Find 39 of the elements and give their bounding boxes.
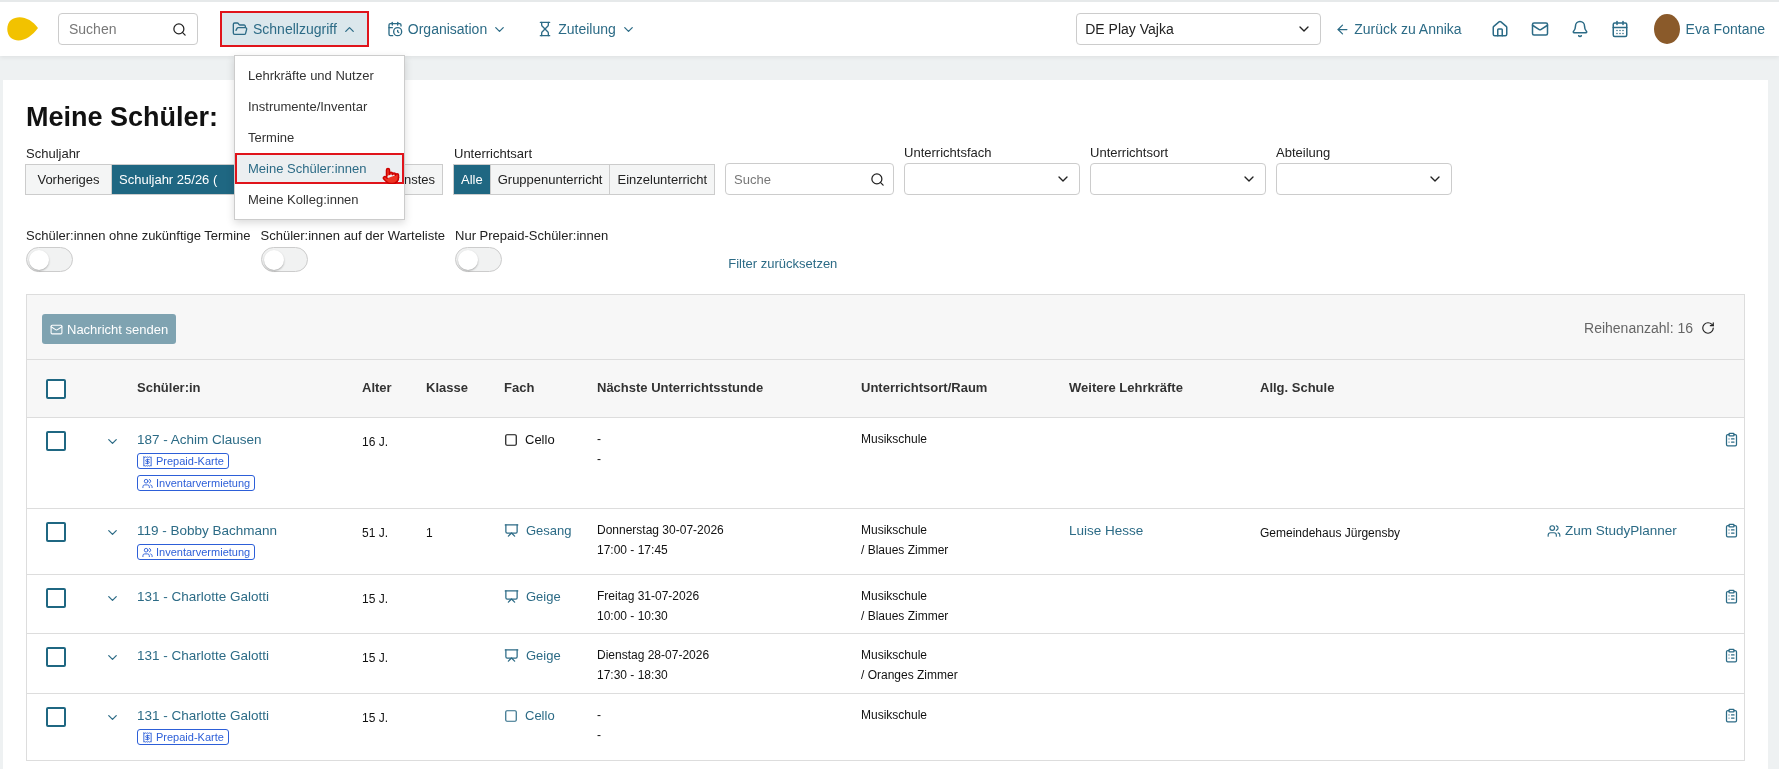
- toggle-label: Schüler:innen ohne zukünftige Termine: [26, 228, 251, 243]
- table-cell-text: -: [597, 432, 602, 446]
- table-cell: Gemeindehaus Jürgensby: [1260, 526, 1401, 540]
- table-cell-text: Musikschule: [861, 648, 929, 662]
- table-cell-text: / Oranges Zimmer: [861, 668, 959, 682]
- table-cell-text: Musikschule: [861, 523, 929, 537]
- filter-label: Unterrichtsort: [1090, 145, 1170, 160]
- page-title: Meine Schüler:: [26, 102, 219, 133]
- toggle-label: Schüler:innen auf der Warteliste: [260, 228, 446, 243]
- tag: Prepaid-Karte: [137, 453, 229, 469]
- table-cell-text: Musikschule: [861, 708, 929, 722]
- tag: Prepaid-Karte: [137, 729, 229, 745]
- table-cell-text: Dienstag 28-07-2026: [597, 648, 711, 662]
- table-cell-text: Donnerstag 30-07-2026: [597, 523, 725, 537]
- tag: Inventarvermietung: [137, 544, 256, 560]
- table-cell-text: / Blaues Zimmer: [861, 609, 950, 623]
- table-cell: 15 J.: [362, 592, 388, 606]
- table-cell: 15 J.: [362, 651, 388, 665]
- table-cell-text: 10:00 - 10:30: [597, 609, 669, 623]
- table-cell-text: -: [597, 728, 602, 742]
- filter-label: Unterrichtsfach: [904, 145, 993, 160]
- toggle-label: Nur Prepaid-Schüler:innen: [455, 228, 609, 243]
- table-cell-text: -: [597, 452, 602, 466]
- filter-label: Abteilung: [1276, 145, 1332, 160]
- tag: Inventarvermietung: [137, 475, 256, 491]
- table-cell: 1: [426, 526, 433, 540]
- table-cell-text: 17:30 - 18:30: [597, 668, 669, 682]
- table-cell: 15 J.: [362, 711, 388, 725]
- table-cell-text: / Blaues Zimmer: [861, 543, 950, 557]
- table-cell: 16 J.: [362, 435, 388, 449]
- table-cell: 51 J.: [362, 526, 388, 540]
- table-cell-text: Musikschule: [861, 432, 929, 446]
- table-cell-text: Musikschule: [861, 589, 929, 603]
- filter-label: Unterrichtsart: [454, 146, 534, 161]
- row-count: Reihenanzahl: 16: [1584, 320, 1693, 336]
- filter-label: Schuljahr: [26, 146, 82, 161]
- table-cell-text: Freitag 31-07-2026: [597, 589, 701, 603]
- table-cell-text: 17:00 - 17:45: [597, 543, 669, 557]
- table-cell-text: -: [597, 708, 602, 722]
